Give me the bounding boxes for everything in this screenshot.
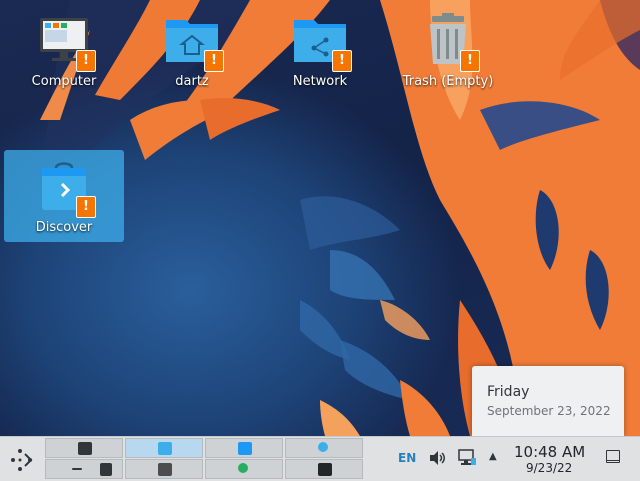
globe-window-icon	[318, 442, 328, 452]
volume-window-icon	[100, 463, 112, 476]
warning-badge: !	[76, 50, 96, 72]
trash-icon: !	[420, 12, 480, 72]
pager-desktop-5[interactable]	[45, 459, 123, 479]
desktop-icon-label: Computer	[31, 74, 97, 89]
desktop[interactable]: ! Computer ! dartz ! Network ! Trash (Em…	[0, 0, 640, 436]
desktop-icon-label: dartz	[175, 74, 209, 89]
clock-time[interactable]: 10:48 AM	[514, 443, 585, 461]
desktop-icon-trash[interactable]: ! Trash (Empty)	[388, 12, 508, 89]
launcher-dots-icon	[11, 449, 33, 471]
show-desktop-icon[interactable]	[606, 450, 620, 463]
konsole-window-icon	[318, 463, 332, 476]
warning-badge: !	[460, 50, 480, 72]
desktop-icon-computer[interactable]: ! Computer	[4, 12, 124, 89]
tray-expander-arrow-icon[interactable]: ▲	[489, 451, 497, 462]
bottom-panel: EN ▲ 10:48 AM 9/23/22	[0, 436, 640, 481]
volume-icon[interactable]	[428, 449, 446, 471]
desktop-icon-label: Trash (Empty)	[402, 74, 494, 89]
tooltip-day: Friday	[487, 384, 530, 400]
window-mini-icon	[72, 468, 82, 470]
desktop-icon-discover[interactable]: ! Discover	[4, 150, 124, 242]
add-window-icon	[238, 463, 248, 473]
pager-desktop-2[interactable]	[125, 438, 203, 458]
date-tooltip: Friday September 23, 2022	[472, 366, 624, 436]
pager-desktop-3[interactable]	[205, 438, 283, 458]
pager-desktop-6[interactable]	[125, 459, 203, 479]
tooltip-date: September 23, 2022	[487, 404, 611, 418]
warning-badge: !	[204, 50, 224, 72]
desktop-icon-label: Network	[292, 74, 348, 89]
home-folder-icon: !	[164, 12, 224, 72]
pager-desktop-1[interactable]	[45, 438, 123, 458]
pager-desktop-4[interactable]	[285, 438, 363, 458]
network-folder-icon: !	[292, 12, 352, 72]
computer-monitor-icon: !	[36, 12, 96, 72]
pager-desktop-8[interactable]	[285, 459, 363, 479]
application-launcher-button[interactable]	[8, 446, 36, 474]
discover-store-icon: !	[36, 158, 96, 218]
settings-window-icon	[78, 442, 92, 455]
desktop-icon-home-folder[interactable]: ! dartz	[132, 12, 252, 89]
terminal-window-icon	[158, 463, 172, 476]
warning-badge: !	[76, 196, 96, 218]
desktop-icon-network[interactable]: ! Network	[260, 12, 380, 89]
pager-desktop-7[interactable]	[205, 459, 283, 479]
keyboard-layout-indicator[interactable]: EN	[398, 451, 416, 465]
app-window-icon	[158, 442, 172, 455]
clock-date[interactable]: 9/23/22	[526, 461, 572, 475]
folder-window-icon	[238, 442, 252, 455]
network-wired-icon[interactable]	[458, 449, 476, 471]
warning-badge: !	[332, 50, 352, 72]
desktop-icon-label: Discover	[35, 220, 93, 235]
